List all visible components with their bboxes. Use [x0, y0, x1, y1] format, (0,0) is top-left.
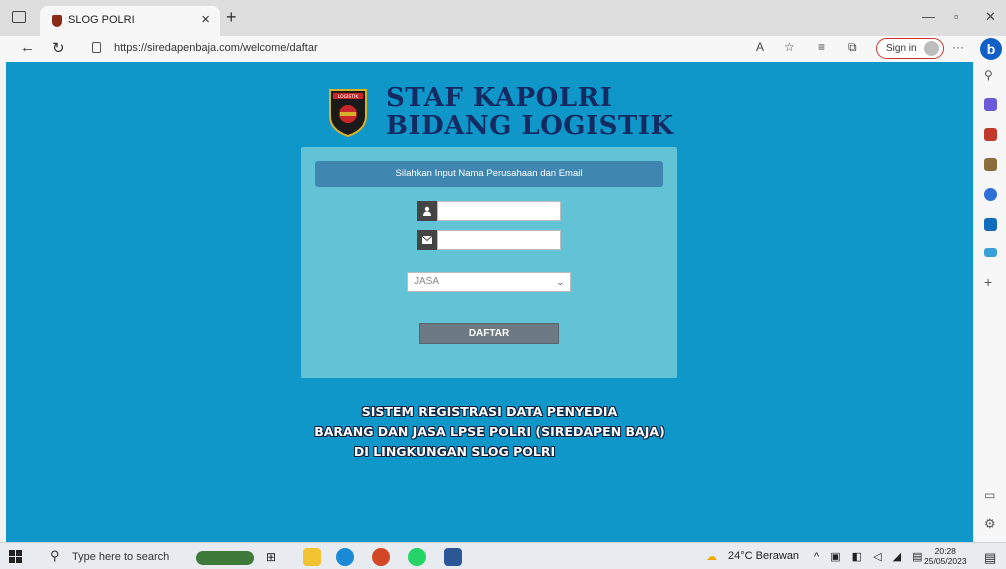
whatsapp-icon[interactable] — [408, 548, 426, 566]
address-toolbar: ← ↻ https://siredapenbaja.com/welcome/da… — [0, 36, 1006, 62]
sidebar-settings-icon[interactable]: ⚙ — [984, 516, 996, 532]
logo-text: LOGISTIK — [338, 94, 360, 100]
more-icon[interactable]: ··· — [952, 40, 964, 54]
clock[interactable]: 20:28 25/05/2023 — [924, 546, 967, 566]
category-selected-value: JASA — [414, 276, 440, 287]
favicon-icon — [52, 15, 62, 27]
taskbar-search[interactable]: ⚲ Type here to search — [40, 545, 190, 567]
new-tab-icon[interactable]: + — [226, 7, 237, 28]
footer-line-3: DI LINGKUNGAN SLOG POLRI — [353, 444, 556, 459]
search-highlight-image — [196, 551, 254, 565]
footer-line-1: SISTEM REGISTRASI DATA PENYEDIA — [361, 404, 618, 419]
hide-sidebar-icon[interactable]: ▭ — [984, 488, 995, 502]
mail-icon — [417, 230, 437, 250]
sign-in-label: Sign in — [886, 43, 917, 54]
tab-title: SLOG POLRI — [68, 14, 135, 26]
header-line-1: STAF KAPOLRI — [386, 83, 613, 113]
search-sidebar-icon[interactable]: ⚲ — [984, 68, 993, 82]
restore-icon[interactable]: ▫ — [954, 9, 959, 24]
add-sidebar-item-icon[interactable]: + — [984, 274, 992, 290]
category-select[interactable]: JASA ⌄ — [407, 272, 571, 292]
system-tray-icons[interactable]: ^ ▣ ◧ ◁ ◢ ▤ — [814, 550, 927, 563]
footer-line-2: BARANG DAN JASA LPSE POLRI (SIREDAPEN BA… — [314, 424, 665, 439]
logistik-logo: LOGISTIK — [329, 89, 367, 138]
registration-form-panel: Silahkan Input Nama Perusahaan dan Email… — [301, 147, 677, 378]
tab-strip: SLOG POLRI × + — ▫ ✕ — [0, 0, 1006, 36]
weather-icon[interactable]: ☁ — [706, 550, 717, 563]
page-viewport: LOGISTIK STAF KAPOLRI BIDANG LOGISTIK Si… — [6, 62, 973, 542]
bing-icon[interactable]: b — [980, 38, 1002, 60]
powerpoint-icon[interactable] — [372, 548, 390, 566]
browser-window: SLOG POLRI × + — ▫ ✕ ← ↻ https://siredap… — [0, 0, 1006, 569]
chevron-down-icon: ⌄ — [556, 277, 564, 287]
shopping-icon[interactable] — [984, 98, 997, 111]
back-icon[interactable]: ← — [20, 39, 35, 56]
task-view-icon[interactable]: ⊞ — [266, 550, 276, 564]
sign-in-button[interactable]: Sign in — [876, 38, 944, 59]
collections-icon[interactable]: ⧉ — [848, 40, 857, 55]
edge-sidebar: ⚲ + ▭ ⚙ — [973, 62, 1006, 542]
minimize-icon[interactable]: — — [922, 9, 935, 24]
windows-start-icon[interactable] — [9, 550, 22, 563]
windows-taskbar: ⚲ Type here to search ⊞ ☁ 24°C Berawan ^… — [0, 542, 1006, 569]
tab-close-icon[interactable]: × — [201, 11, 210, 28]
games-icon[interactable] — [984, 158, 997, 171]
favorites-icon[interactable]: ≡ — [818, 40, 825, 54]
lock-icon — [92, 42, 101, 53]
refresh-icon[interactable]: ↻ — [52, 39, 65, 57]
drop-icon[interactable] — [984, 248, 997, 257]
system-description: SISTEM REGISTRASI DATA PENYEDIA BARANG D… — [6, 402, 973, 462]
tools-icon[interactable] — [984, 128, 997, 141]
search-icon: ⚲ — [50, 548, 60, 563]
notification-icon[interactable]: ▤ — [984, 550, 996, 566]
favorites-add-icon[interactable]: ☆ — [784, 40, 795, 54]
word-icon[interactable] — [444, 548, 462, 566]
email-input[interactable] — [437, 230, 561, 250]
microsoft-365-icon[interactable] — [984, 188, 997, 201]
read-aloud-icon[interactable]: A — [756, 40, 764, 54]
weather-text[interactable]: 24°C Berawan — [728, 550, 799, 562]
address-bar[interactable]: https://siredapenbaja.com/welcome/daftar — [88, 38, 728, 60]
user-icon — [417, 201, 437, 221]
clock-time: 20:28 — [934, 546, 956, 556]
sidebar-toggle-icon[interactable] — [12, 11, 26, 23]
avatar — [924, 41, 939, 56]
page-title: STAF KAPOLRI BIDANG LOGISTIK — [386, 84, 674, 140]
url-text: https://siredapenbaja.com/welcome/daftar — [114, 42, 318, 54]
close-window-icon[interactable]: ✕ — [985, 9, 996, 25]
outlook-icon[interactable] — [984, 218, 997, 231]
taskbar-search-placeholder: Type here to search — [72, 551, 170, 563]
clock-date: 25/05/2023 — [924, 556, 967, 566]
tab-slog-polri[interactable]: SLOG POLRI × — [40, 6, 220, 36]
company-name-input[interactable] — [437, 201, 561, 221]
file-explorer-icon[interactable] — [303, 548, 321, 566]
edge-icon[interactable] — [336, 548, 354, 566]
header-line-2: BIDANG LOGISTIK — [386, 111, 674, 141]
daftar-button[interactable]: DAFTAR — [419, 323, 559, 344]
company-name-field — [417, 201, 561, 221]
email-field — [417, 230, 561, 250]
form-instruction: Silahkan Input Nama Perusahaan dan Email — [315, 161, 663, 187]
